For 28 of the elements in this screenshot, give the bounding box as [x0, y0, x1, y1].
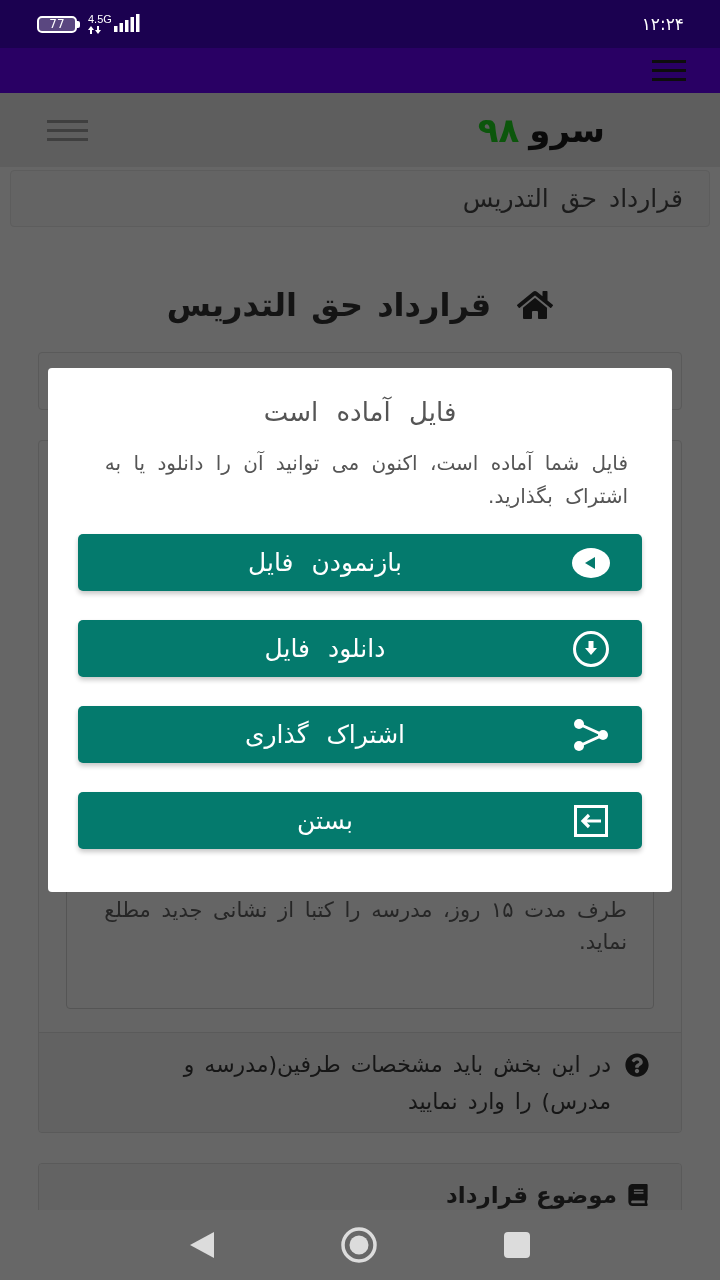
book-icon: [627, 1184, 649, 1206]
card-title: موضوع قرارداد: [446, 1182, 617, 1208]
back-icon[interactable]: [190, 1232, 214, 1258]
menu-icon[interactable]: [47, 119, 88, 141]
data-arrows-icon: [88, 26, 101, 34]
download-icon: [573, 630, 609, 667]
dialog-message: فایل شما آماده است، اکنون می توانید آن را دانلود یا به اشتراک بگذارید.: [103, 450, 629, 510]
logo-number: ۹۸: [477, 110, 520, 150]
dialog-title: فایل آماده است: [262, 396, 458, 428]
share-icon: [574, 718, 608, 751]
clock-time: ۱۲:۲۴: [641, 14, 684, 34]
menu-icon[interactable]: [652, 60, 686, 81]
network-type-label: 4.5G: [88, 14, 112, 25]
help-icon: [625, 1053, 649, 1077]
signal-icon: [113, 14, 140, 32]
logo-text: سرو: [529, 110, 605, 150]
page-title: قرارداد حق التدریس: [166, 285, 492, 325]
share-button[interactable]: اشتراک گذاری: [78, 706, 642, 763]
download-button[interactable]: دانلود فایل: [78, 620, 642, 677]
breadcrumb-text: قرارداد حق التدریس: [462, 184, 683, 213]
help-text: در این بخش باید مشخصات طرفین(مدرسه و مدرس) را وارد نمایید: [181, 1051, 611, 1116]
open-file-button[interactable]: بازنمودن فایل: [78, 534, 642, 591]
left-triangle-disc-icon: [572, 547, 610, 578]
square-icon[interactable]: [504, 1232, 530, 1258]
box-arrow-left-icon: [574, 804, 608, 837]
battery-indicator: 77: [37, 15, 80, 33]
close-button[interactable]: بستن: [78, 792, 642, 849]
ring-icon[interactable]: [341, 1227, 377, 1263]
